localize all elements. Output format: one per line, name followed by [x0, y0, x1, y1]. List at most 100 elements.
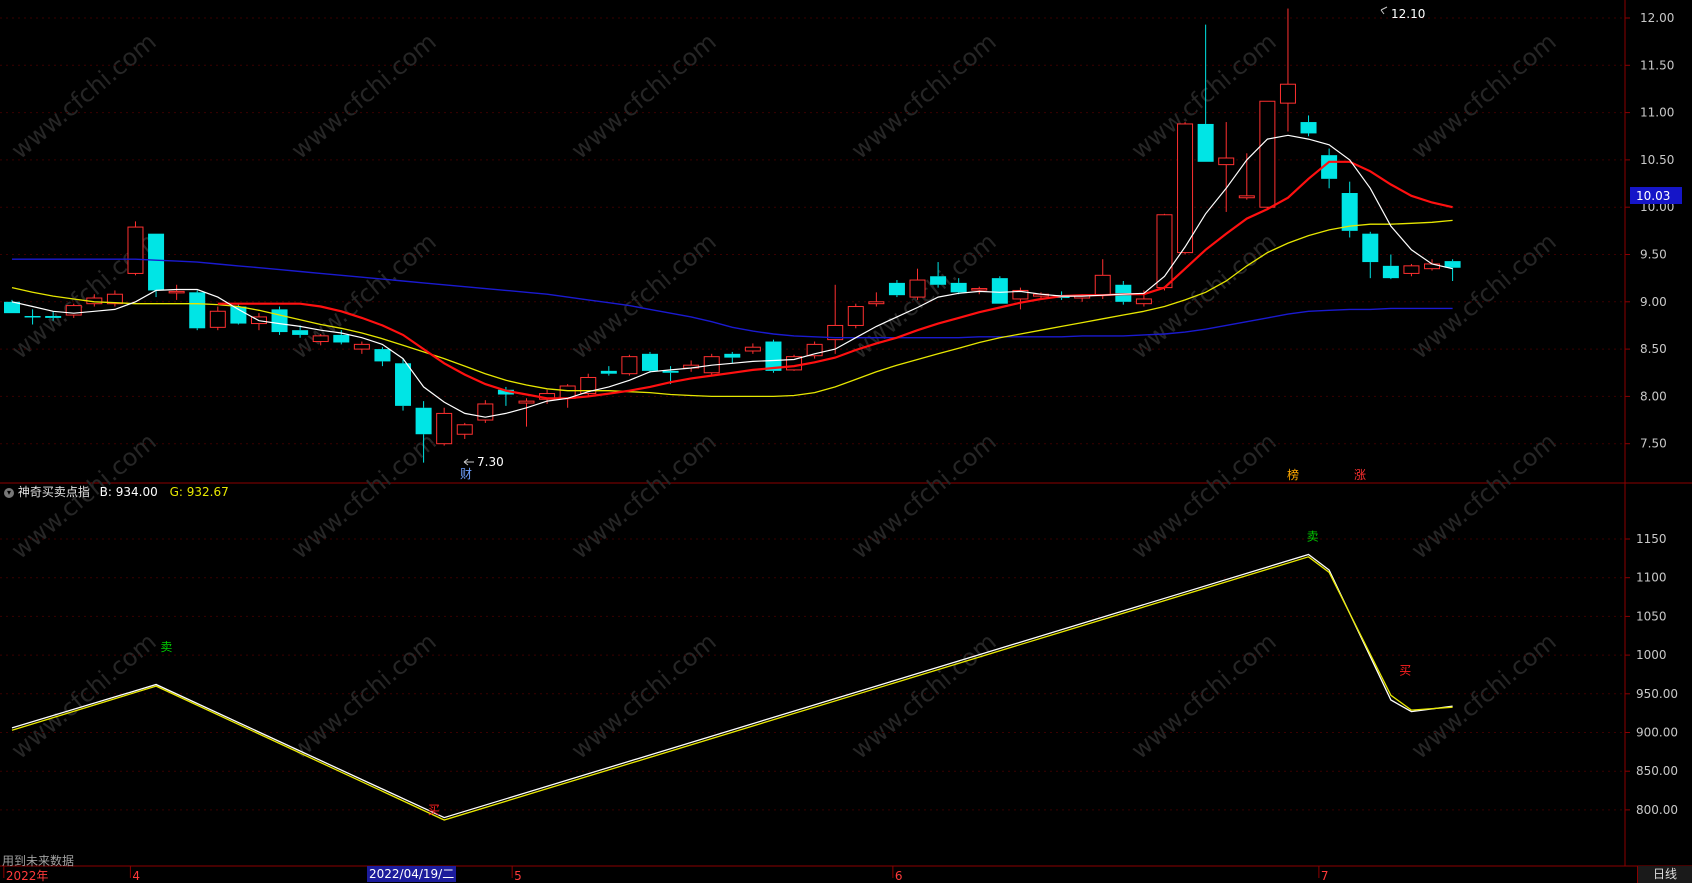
candle-body [333, 334, 350, 343]
candle[interactable] [1094, 259, 1111, 299]
candle[interactable] [189, 290, 206, 331]
candle[interactable] [744, 343, 761, 354]
candle[interactable] [868, 292, 885, 307]
candle[interactable] [168, 284, 185, 300]
indicator-b-value: B: 934.00 [99, 485, 158, 499]
candle[interactable] [991, 276, 1008, 304]
candle-body [662, 370, 679, 373]
candle-body [1177, 123, 1194, 254]
candle[interactable] [1115, 280, 1132, 305]
candle[interactable] [847, 303, 864, 329]
candle[interactable] [1382, 254, 1399, 280]
candle-body [950, 282, 967, 293]
candle-body [1444, 261, 1461, 268]
candle[interactable] [559, 384, 576, 408]
price-tick-label: 7.50 [1640, 437, 1667, 451]
price-tick-label: 12.00 [1640, 11, 1674, 25]
candle[interactable] [518, 398, 535, 427]
watermark-text: www.cfchi.com [566, 427, 722, 564]
candle-body [395, 363, 412, 406]
marker-bang[interactable]: 榜 [1287, 467, 1299, 482]
candle-body [1362, 233, 1379, 263]
watermark-text: www.cfchi.com [1126, 427, 1282, 564]
candle-body [621, 356, 638, 375]
candle[interactable] [1362, 231, 1379, 279]
candle[interactable] [1321, 148, 1338, 189]
candle-body [1094, 274, 1111, 296]
candle[interactable] [148, 233, 165, 298]
future-data-notice: 用到未来数据 [2, 854, 75, 868]
high-price-label: 12.10 [1391, 7, 1425, 21]
candle[interactable] [209, 306, 226, 331]
candle-body [744, 346, 761, 352]
indicator-g-value: G: 932.67 [169, 485, 229, 499]
candle[interactable] [1177, 122, 1194, 255]
signal-label: 买 [1399, 663, 1411, 677]
price-tick-label: 8.50 [1640, 342, 1667, 356]
candle-body [24, 315, 41, 318]
candle[interactable] [106, 290, 123, 307]
candle[interactable] [683, 360, 700, 372]
candle[interactable] [477, 400, 494, 423]
candle-body [1300, 122, 1317, 134]
marker-zhang[interactable]: 涨 [1354, 467, 1366, 482]
candle-body [353, 343, 370, 350]
indicator-axis-ticks: 1150 1100 1050 1000 950.00 900.00 850.00 800.00 [1625, 532, 1678, 817]
candle-body [868, 301, 885, 305]
x-tick-label: 2022年 [6, 869, 49, 883]
candle-body [930, 276, 947, 285]
indicator-title[interactable]: ▾ 神奇买卖点指 B: 934.00 G: 932.67 [4, 483, 229, 500]
watermark-text: www.cfchi.com [6, 627, 162, 764]
candle[interactable] [827, 284, 844, 354]
candle[interactable] [909, 268, 926, 300]
watermark-text: www.cfchi.com [1406, 227, 1562, 364]
candle[interactable] [1341, 181, 1358, 238]
candle-body [456, 424, 473, 435]
candle[interactable] [1218, 122, 1235, 212]
candle[interactable] [600, 366, 617, 376]
candle[interactable] [786, 354, 803, 371]
candle[interactable] [971, 286, 988, 295]
candle[interactable] [1403, 263, 1420, 277]
candle[interactable] [436, 407, 453, 446]
marker-cai[interactable]: 财 [460, 467, 472, 481]
price-tick-label: 10.50 [1640, 153, 1674, 167]
x-tick-label: 5 [514, 869, 522, 883]
x-tick-label: 6 [895, 869, 903, 883]
candle[interactable] [1156, 213, 1173, 291]
candle[interactable] [641, 351, 658, 373]
candle[interactable] [888, 280, 905, 298]
price-tick-label: 8.00 [1640, 389, 1667, 403]
candle[interactable] [1444, 259, 1461, 281]
candle[interactable] [1300, 115, 1317, 137]
candle[interactable] [127, 221, 144, 276]
price-tick-label: 9.50 [1640, 248, 1667, 262]
candle[interactable] [353, 341, 370, 354]
candle[interactable] [1259, 100, 1276, 210]
price-axis-ticks: 12.0011.5011.0010.5010.009.509.008.508.0… [1625, 11, 1674, 451]
indicator-tick-label: 1100 [1636, 571, 1667, 585]
candle[interactable] [724, 351, 741, 364]
high-annotation: 12.10 [1380, 6, 1425, 21]
collapse-icon[interactable]: ▾ [4, 487, 14, 498]
candle[interactable] [1279, 8, 1296, 132]
x-tick-label: 7 [1321, 869, 1329, 883]
candle-body [1238, 195, 1255, 199]
ma-line-ma20 [11, 219, 1453, 398]
period-button[interactable]: 日线 [1637, 866, 1692, 883]
candle[interactable] [374, 347, 391, 367]
indicator-tick-label: 1150 [1636, 532, 1667, 546]
candle-body [600, 370, 617, 374]
candle-body [971, 288, 988, 291]
candle-body [909, 279, 926, 298]
watermark-text: www.cfchi.com [286, 27, 442, 164]
candle[interactable] [271, 306, 288, 335]
candle[interactable] [806, 341, 823, 359]
candle-body [518, 400, 535, 404]
grid-layer [0, 17, 1625, 811]
price-tick-label: 11.00 [1640, 106, 1674, 120]
candle[interactable] [456, 422, 473, 439]
candle[interactable] [621, 354, 638, 376]
kline-chart: www.cfchi.com www.cfchi.com www.cfchi.com w… [0, 0, 1692, 883]
cursor-date-label: 2022/04/19/二 [367, 866, 457, 882]
